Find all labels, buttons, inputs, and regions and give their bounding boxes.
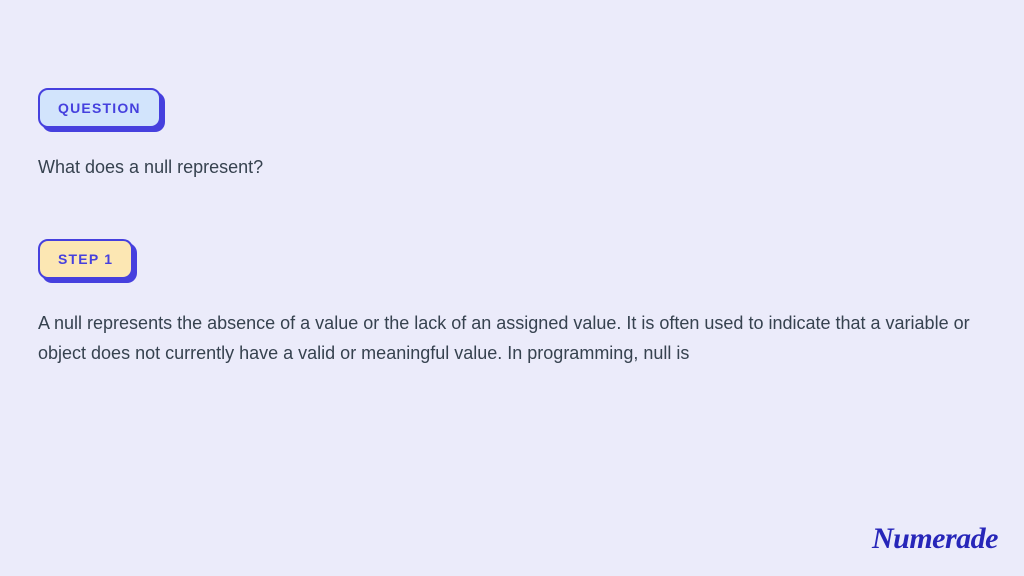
brand-logo: Numerade xyxy=(872,522,998,556)
question-badge-wrapper: QUESTION xyxy=(38,88,161,128)
step-text: A null represents the absence of a value… xyxy=(38,309,986,368)
question-text: What does a null represent? xyxy=(38,154,986,181)
question-badge: QUESTION xyxy=(38,88,161,128)
step-badge: STEP 1 xyxy=(38,239,133,279)
content-container: QUESTION What does a null represent? STE… xyxy=(0,0,1024,368)
step-badge-wrapper: STEP 1 xyxy=(38,239,133,279)
